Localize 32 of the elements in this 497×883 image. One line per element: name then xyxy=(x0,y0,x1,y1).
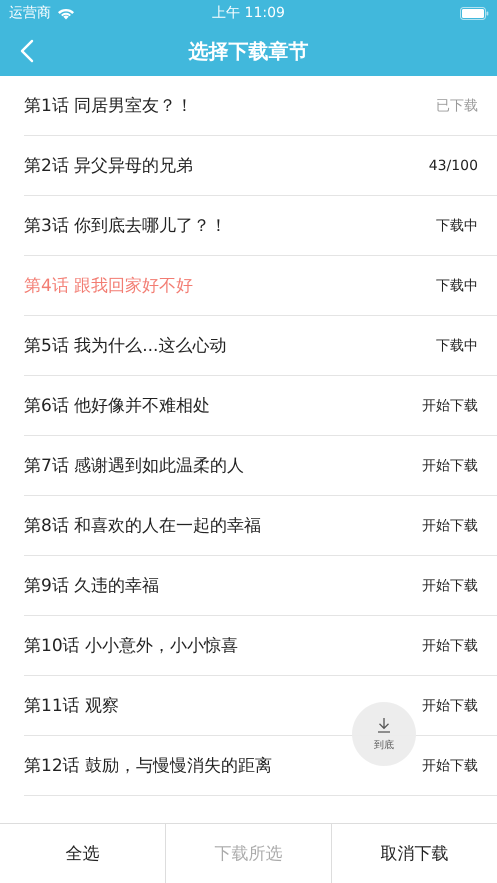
download-status: 已下载 xyxy=(436,96,478,114)
chapter-title[interactable]: 第10话 小小意外，小小惊喜 xyxy=(24,634,238,657)
battery-icon xyxy=(460,6,489,20)
chapter-title[interactable]: 第7话 感谢遇到如此温柔的人 xyxy=(24,454,244,477)
download-status: 下载中 xyxy=(436,216,478,234)
back-icon[interactable] xyxy=(20,39,34,63)
chapter-title[interactable]: 第9话 久违的幸福 xyxy=(24,574,160,597)
chapter-title[interactable]: 第11话 观察 xyxy=(24,694,120,717)
download-status: 下载中 xyxy=(436,336,478,354)
button-label: 到底 xyxy=(374,738,394,752)
download-icon xyxy=(377,716,391,732)
clock-label: 上午 11:09 xyxy=(211,4,286,22)
chapter-title[interactable]: 第12话 鼓励，与慢慢消失的距离 xyxy=(24,754,272,777)
chapter-title[interactable]: 第8话 和喜欢的人在一起的幸福 xyxy=(24,514,262,537)
download-status[interactable]: 开始下载 xyxy=(422,516,478,534)
chapter-title[interactable]: 第2话 异父异母的兄弟 xyxy=(24,154,194,177)
scroll-bottom-button[interactable]: 到底 xyxy=(352,702,416,766)
download-status[interactable]: 开始下载 xyxy=(422,756,478,774)
download-status[interactable]: 开始下载 xyxy=(422,696,478,714)
page-title: 选择下载章节 xyxy=(188,38,308,64)
download-status[interactable]: 开始下载 xyxy=(422,396,478,414)
download-status[interactable]: 开始下载 xyxy=(422,636,478,654)
download-status: 下载中 xyxy=(436,276,478,294)
download-status: 43/100 xyxy=(428,158,478,174)
chapter-title[interactable]: 第1话 同居男室友？！ xyxy=(24,94,194,117)
download-status[interactable]: 开始下载 xyxy=(422,576,478,594)
chapter-title[interactable]: 第6话 他好像并不难相处 xyxy=(24,394,210,417)
wifi-icon xyxy=(57,6,75,20)
download-status[interactable]: 开始下载 xyxy=(422,456,478,474)
chapter-title[interactable]: 第5话 我为什么...这么心动 xyxy=(24,334,226,357)
chapter-title[interactable]: 第3话 你到底去哪儿了？！ xyxy=(24,214,228,237)
carrier-label: 运营商 xyxy=(9,4,51,22)
